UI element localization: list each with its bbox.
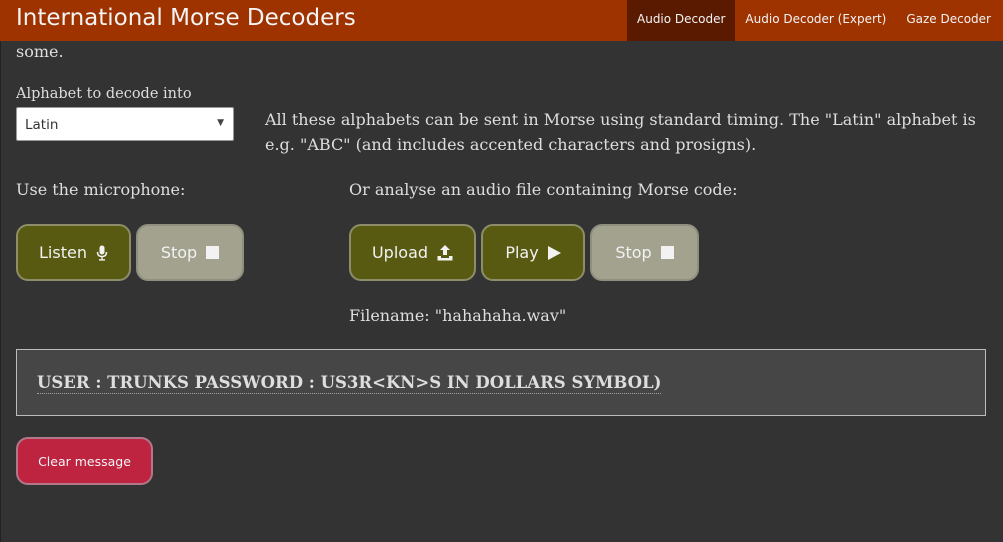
nav-audio-decoder-expert[interactable]: Audio Decoder (Expert) — [735, 0, 896, 41]
app-title[interactable]: International Morse Decoders — [16, 5, 356, 31]
intro-text-tail: some. — [16, 42, 64, 61]
play-button-label: Play — [505, 243, 539, 262]
microphone-icon — [96, 245, 108, 261]
filename-text: Filename: "hahahaha.wav" — [349, 306, 567, 325]
alphabet-info: All these alphabets can be sent in Morse… — [265, 110, 976, 154]
file-stop-button[interactable]: Stop — [590, 224, 699, 281]
mic-stop-button[interactable]: Stop — [136, 224, 244, 281]
upload-button-label: Upload — [371, 243, 429, 262]
alphabet-select[interactable]: Latin ▼ — [16, 107, 234, 141]
mic-stop-button-label: Stop — [160, 243, 198, 262]
listen-button-label: Listen — [39, 243, 87, 262]
alphabet-label: Alphabet to decode into — [16, 86, 192, 102]
microphone-heading: Use the microphone: — [16, 180, 186, 199]
stop-square-icon — [206, 246, 220, 259]
clear-message-button[interactable]: Clear message — [16, 437, 153, 485]
nav-audio-decoder[interactable]: Audio Decoder — [627, 0, 736, 41]
file-stop-button-label: Stop — [615, 243, 652, 262]
nav-menu: Audio Decoder Audio Decoder (Expert) Gaz… — [627, 0, 1001, 41]
alphabet-select-value: Latin — [25, 117, 59, 133]
clear-message-button-label: Clear message — [38, 453, 131, 469]
decoded-message: USER : TRUNKS PASSWORD : US3R<KN>S IN DO… — [37, 373, 662, 394]
play-triangle-icon — [547, 245, 561, 260]
decoded-message-box: USER : TRUNKS PASSWORD : US3R<KN>S IN DO… — [16, 349, 986, 416]
listen-button[interactable]: Listen — [16, 224, 131, 281]
upload-button[interactable]: Upload — [349, 224, 476, 281]
nav-gaze-decoder[interactable]: Gaze Decoder — [896, 0, 1001, 41]
upload-icon — [437, 244, 453, 261]
chevron-down-icon: ▼ — [217, 118, 224, 128]
page-left-border — [0, 41, 1, 542]
audio-file-heading: Or analyse an audio file containing Mors… — [349, 180, 738, 199]
play-button[interactable]: Play — [481, 224, 585, 281]
stop-square-icon — [660, 246, 674, 259]
top-navbar: International Morse Decoders Audio Decod… — [0, 0, 1003, 41]
